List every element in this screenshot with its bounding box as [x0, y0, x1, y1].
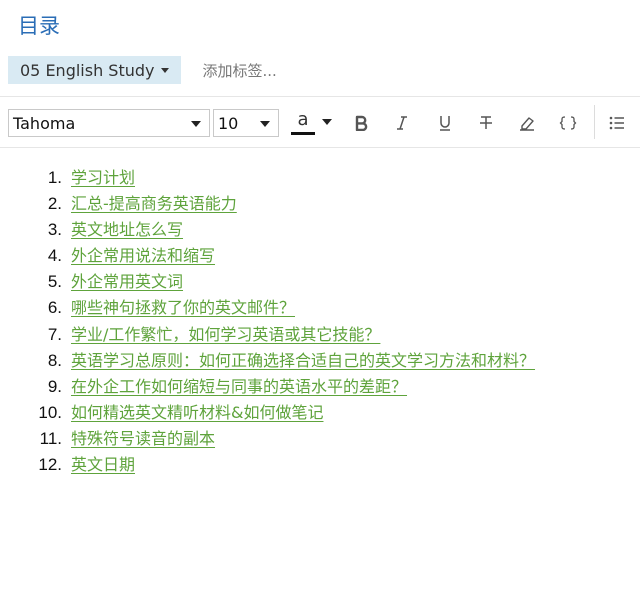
- chevron-down-icon: [160, 67, 169, 73]
- italic-icon: [397, 116, 407, 130]
- toc-item: 3. 英文地址怎么写: [30, 216, 630, 242]
- toc-item-number: 1.: [47, 168, 62, 187]
- table-of-contents: 1. 学习计划 2. 汇总-提高商务英语能力 3. 英文地址怎么写 4. 外企常用说法和缩写 5…: [30, 164, 630, 477]
- toolbar-separator: [594, 105, 595, 139]
- toc-item: 1. 学习计划: [30, 164, 630, 190]
- highlighter-icon: [520, 117, 534, 131]
- toc-item-number: 4.: [47, 246, 62, 266]
- italic-button[interactable]: [389, 111, 415, 135]
- font-family-select[interactable]: Tahoma: [8, 109, 210, 137]
- chevron-down-icon: [191, 121, 201, 127]
- toc-item: 5. 外企常用英文词: [30, 268, 630, 294]
- toc-link[interactable]: 在外企工作如何缩短与同事的英语水平的差距？: [71, 373, 407, 397]
- toc-link[interactable]: 英语学习总原则：如何正确选择合适自己的英文学习方法和材料？: [71, 347, 535, 371]
- highlight-button[interactable]: [514, 111, 540, 135]
- toc-link[interactable]: 学业/工作繁忙，如何学习英语或其它技能？: [71, 321, 380, 345]
- toc-link[interactable]: 如何精选英文精听材料&如何做笔记: [71, 399, 323, 423]
- toc-item-number: 12.: [38, 455, 62, 475]
- code-block-button[interactable]: [555, 111, 581, 135]
- bullet-list-button[interactable]: [604, 111, 630, 135]
- toc-item: 6. 哪些神句拯救了你的英文邮件？: [30, 294, 630, 320]
- toc-item: 8. 英语学习总原则：如何正确选择合适自己的英文学习方法和材料？: [30, 347, 630, 373]
- font-size-select[interactable]: 10: [213, 109, 279, 137]
- text-color-button[interactable]: a: [289, 108, 317, 135]
- toc-item-number: 8.: [47, 350, 62, 370]
- font-family-value: Tahoma: [13, 113, 76, 133]
- text-color-icon: a: [297, 108, 309, 130]
- bold-button[interactable]: [348, 111, 374, 135]
- toc-item-number: 11.: [39, 428, 62, 448]
- toc-link[interactable]: 外企常用说法和缩写: [71, 242, 215, 266]
- toc-item-number: 3.: [47, 220, 62, 240]
- toc-link[interactable]: 英文地址怎么写: [71, 216, 183, 240]
- toc-item-number: 7.: [47, 324, 62, 344]
- bold-icon: [355, 115, 368, 131]
- toc-link[interactable]: 外企常用英文词: [71, 268, 183, 292]
- toc-item-number: 5.: [47, 272, 62, 292]
- toc-item: 10. 如何精选英文精听材料&如何做笔记: [30, 399, 630, 425]
- toc-item-number: 6.: [47, 298, 62, 318]
- underline-button[interactable]: [432, 111, 458, 135]
- toc-link[interactable]: 英文日期: [71, 451, 135, 475]
- notebook-selector[interactable]: 05 English Study: [8, 56, 181, 84]
- toc-item-number: 2.: [47, 194, 62, 214]
- toc-item-number: 9.: [47, 376, 62, 396]
- note-title[interactable]: 目录: [18, 10, 60, 40]
- notebook-name: 05 English Study: [20, 60, 155, 80]
- toc-link[interactable]: 特殊符号读音的副本: [71, 425, 215, 449]
- strikethrough-icon: [480, 116, 492, 129]
- toc-item: 12. 英文日期: [30, 451, 630, 477]
- toc-item: 11. 特殊符号读音的副本: [30, 425, 630, 451]
- list-icon: [609, 116, 624, 130]
- toc-link[interactable]: 汇总-提高商务英语能力: [71, 190, 237, 214]
- tag-bar: 05 English Study 添加标签...: [8, 56, 277, 84]
- add-tag-input[interactable]: 添加标签...: [203, 60, 277, 81]
- underline-icon: [440, 115, 450, 131]
- toc-item: 4. 外企常用说法和缩写: [30, 242, 630, 268]
- strikethrough-button[interactable]: [473, 111, 499, 135]
- toc-item: 7. 学业/工作繁忙，如何学习英语或其它技能？: [30, 321, 630, 347]
- chevron-down-icon: [260, 121, 270, 127]
- toc-link[interactable]: 哪些神句拯救了你的英文邮件？: [71, 294, 295, 318]
- text-color-bar: [291, 131, 315, 135]
- toc-item-number: 10.: [38, 402, 62, 422]
- text-color-dropdown-icon[interactable]: [322, 119, 332, 125]
- code-block-icon: [559, 116, 577, 130]
- format-toolbar: Tahoma 10 a: [0, 96, 640, 148]
- toc-item: 9. 在外企工作如何缩短与同事的英语水平的差距？: [30, 373, 630, 399]
- toc-link[interactable]: 学习计划: [71, 164, 135, 188]
- toc-item: 2. 汇总-提高商务英语能力: [30, 190, 630, 216]
- font-size-value: 10: [218, 113, 239, 133]
- note-body[interactable]: 1. 学习计划 2. 汇总-提高商务英语能力 3. 英文地址怎么写 4. 外企常用说法和缩写 5…: [30, 164, 630, 477]
